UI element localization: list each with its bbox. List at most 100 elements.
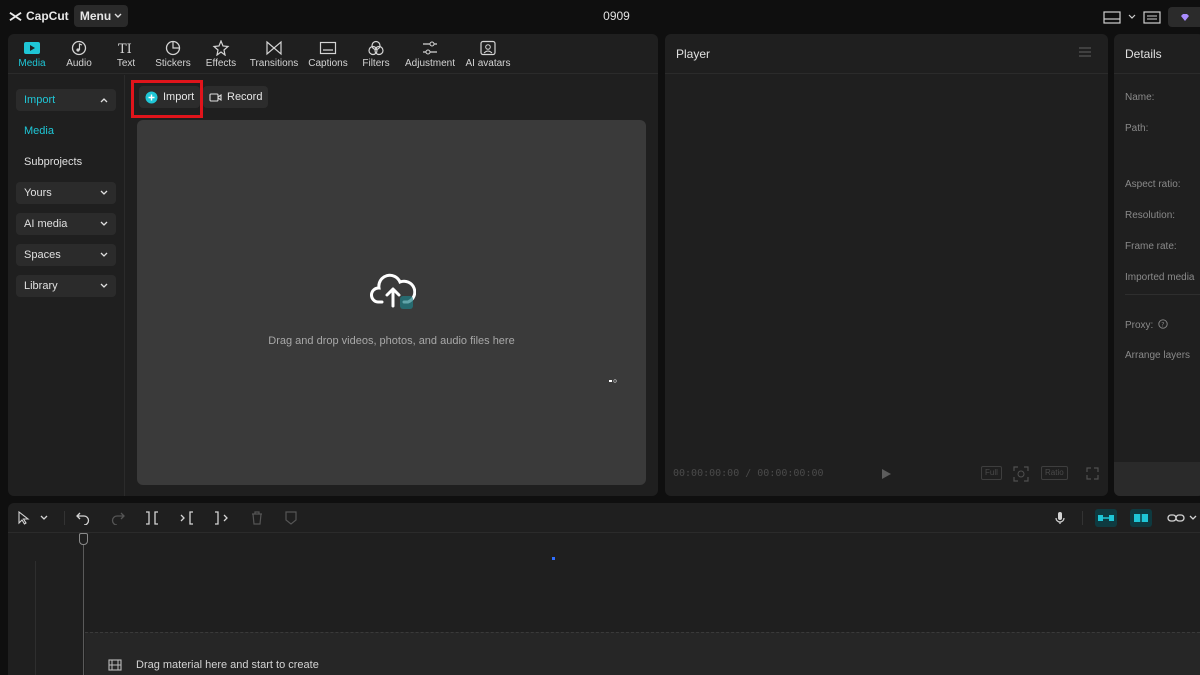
ratio-button[interactable]: Ratio bbox=[1041, 466, 1068, 480]
auto-snapping-toggle[interactable] bbox=[1130, 509, 1152, 527]
fullscreen-icon[interactable] bbox=[1086, 467, 1099, 480]
record-button[interactable]: Record bbox=[203, 86, 269, 108]
playhead-handle[interactable] bbox=[79, 533, 88, 545]
hamburger-menu-icon[interactable] bbox=[1078, 47, 1092, 57]
media-panel: Media Audio TI Text Stickers Effects Tra… bbox=[8, 34, 658, 496]
import-highlight-box bbox=[131, 80, 203, 118]
tab-effects[interactable]: Effects bbox=[203, 34, 239, 74]
toolbar-divider-right bbox=[1082, 511, 1083, 525]
timeline-panel: Drag material here and start to create bbox=[8, 503, 1200, 675]
details-divider-2 bbox=[1125, 294, 1200, 295]
layout-chevron-icon[interactable] bbox=[1128, 9, 1136, 25]
player-title: Player bbox=[676, 47, 711, 61]
sidebar-item-media[interactable]: Media bbox=[24, 125, 54, 137]
tab-text[interactable]: TI Text bbox=[112, 34, 140, 74]
details-title: Details bbox=[1125, 47, 1162, 61]
player-panel: Player 00:00:00:00 / 00:00:00:00 Full Ra… bbox=[665, 34, 1108, 496]
tab-media[interactable]: Media bbox=[16, 34, 48, 74]
svg-text:TI: TI bbox=[118, 42, 132, 56]
diamond-icon bbox=[1181, 13, 1189, 21]
sidebar-item-spaces[interactable]: Spaces bbox=[16, 244, 116, 266]
screenshot-icon[interactable] bbox=[1013, 466, 1029, 482]
player-controls: 00:00:00:00 / 00:00:00:00 Full Ratio bbox=[665, 462, 1108, 486]
filters-icon bbox=[368, 40, 384, 56]
timeline-marker-dot bbox=[552, 557, 555, 560]
linkage-chevron-icon[interactable] bbox=[1188, 511, 1198, 525]
chain-link-icon bbox=[1167, 514, 1185, 522]
detail-aspect-ratio-label: Aspect ratio: bbox=[1125, 179, 1181, 190]
main-track-drop-zone[interactable]: Drag material here and start to create bbox=[85, 632, 1200, 675]
tab-filters[interactable]: Filters bbox=[358, 34, 394, 74]
cloud-upload-icon bbox=[370, 273, 416, 309]
sidebar-item-import[interactable]: Import bbox=[16, 89, 116, 111]
chevron-up-icon bbox=[100, 98, 108, 103]
pro-badge[interactable] bbox=[1168, 7, 1200, 27]
detail-resolution-label: Resolution: bbox=[1125, 210, 1176, 221]
detail-name-label: Name: bbox=[1125, 92, 1155, 103]
split-icon[interactable] bbox=[145, 511, 159, 525]
chevron-down-icon bbox=[100, 252, 108, 257]
tool-tabs: Media Audio TI Text Stickers Effects Tra… bbox=[8, 34, 658, 74]
title-bar: CapCut Menu 0909 bbox=[0, 0, 1200, 32]
delete-right-icon[interactable] bbox=[214, 511, 228, 525]
detail-arrange-layers-label: Arrange layers bbox=[1125, 350, 1191, 361]
trash-icon[interactable] bbox=[250, 511, 264, 525]
layout-icon[interactable] bbox=[1102, 9, 1122, 25]
tab-adjustment[interactable]: Adjustment bbox=[402, 34, 458, 74]
detail-imported-media-label: Imported media bbox=[1125, 272, 1195, 283]
text-icon: TI bbox=[118, 42, 132, 56]
link-clips-icon bbox=[1098, 515, 1114, 521]
chevron-down-icon bbox=[100, 221, 108, 226]
transitions-icon bbox=[266, 40, 282, 56]
keyboard-shortcuts-icon[interactable] bbox=[1142, 9, 1162, 25]
drop-hint: Drag and drop videos, photos, and audio … bbox=[268, 335, 515, 347]
adjustment-icon bbox=[423, 41, 437, 55]
delete-left-icon[interactable] bbox=[180, 511, 194, 525]
media-sidebar: Import Media Subprojects Yours AI media … bbox=[8, 75, 125, 496]
sidebar-item-subprojects[interactable]: Subprojects bbox=[24, 156, 82, 168]
select-mode-chevron-icon[interactable] bbox=[39, 511, 49, 525]
main-track-hint: Drag material here and start to create bbox=[108, 659, 319, 671]
effects-icon bbox=[212, 40, 230, 56]
ai-avatars-icon bbox=[480, 40, 496, 56]
details-divider bbox=[1114, 73, 1200, 74]
select-cursor-icon[interactable] bbox=[17, 511, 31, 525]
sidebar-item-ai-media[interactable]: AI media bbox=[16, 213, 116, 235]
marker-icon[interactable] bbox=[284, 511, 298, 525]
chevron-down-icon bbox=[100, 283, 108, 288]
player-timecode: 00:00:00:00 / 00:00:00:00 bbox=[673, 468, 824, 479]
linkage-toggle[interactable] bbox=[1165, 509, 1187, 527]
microphone-icon[interactable] bbox=[1053, 511, 1067, 525]
detail-frame-rate-label: Frame rate: bbox=[1125, 241, 1177, 252]
tab-transitions[interactable]: Transitions bbox=[248, 34, 300, 74]
stickers-icon bbox=[165, 40, 181, 56]
sidebar-item-library[interactable]: Library bbox=[16, 275, 116, 297]
full-button[interactable]: Full bbox=[981, 466, 1002, 480]
tab-captions[interactable]: Captions bbox=[306, 34, 350, 74]
media-drop-zone[interactable]: Drag and drop videos, photos, and audio … bbox=[137, 120, 646, 485]
player-divider bbox=[665, 73, 1108, 74]
detail-path-label: Path: bbox=[1125, 123, 1149, 134]
playhead-line[interactable] bbox=[83, 533, 84, 675]
details-footer bbox=[1114, 462, 1200, 496]
tab-audio[interactable]: Audio bbox=[63, 34, 95, 74]
svg-text:?: ? bbox=[1161, 321, 1164, 328]
captions-icon bbox=[319, 41, 337, 55]
sidebar-item-yours[interactable]: Yours bbox=[16, 182, 116, 204]
redo-icon[interactable] bbox=[111, 511, 125, 525]
camera-icon bbox=[209, 92, 222, 102]
main-track-magnet-toggle[interactable] bbox=[1095, 509, 1117, 527]
timeline-toolbar bbox=[8, 503, 1200, 533]
media-icon bbox=[24, 42, 40, 54]
film-strip-icon bbox=[108, 659, 122, 671]
snap-icon bbox=[1134, 511, 1148, 525]
tab-ai-avatars[interactable]: AI avatars bbox=[463, 34, 513, 74]
audio-icon bbox=[71, 40, 87, 56]
track-header-line bbox=[35, 561, 36, 675]
undo-icon[interactable] bbox=[76, 511, 90, 525]
cursor-marker-icon bbox=[609, 379, 617, 383]
project-title: 0909 bbox=[603, 9, 630, 23]
tab-stickers[interactable]: Stickers bbox=[153, 34, 193, 74]
play-icon[interactable] bbox=[880, 468, 892, 480]
help-icon[interactable]: ? bbox=[1158, 319, 1168, 329]
